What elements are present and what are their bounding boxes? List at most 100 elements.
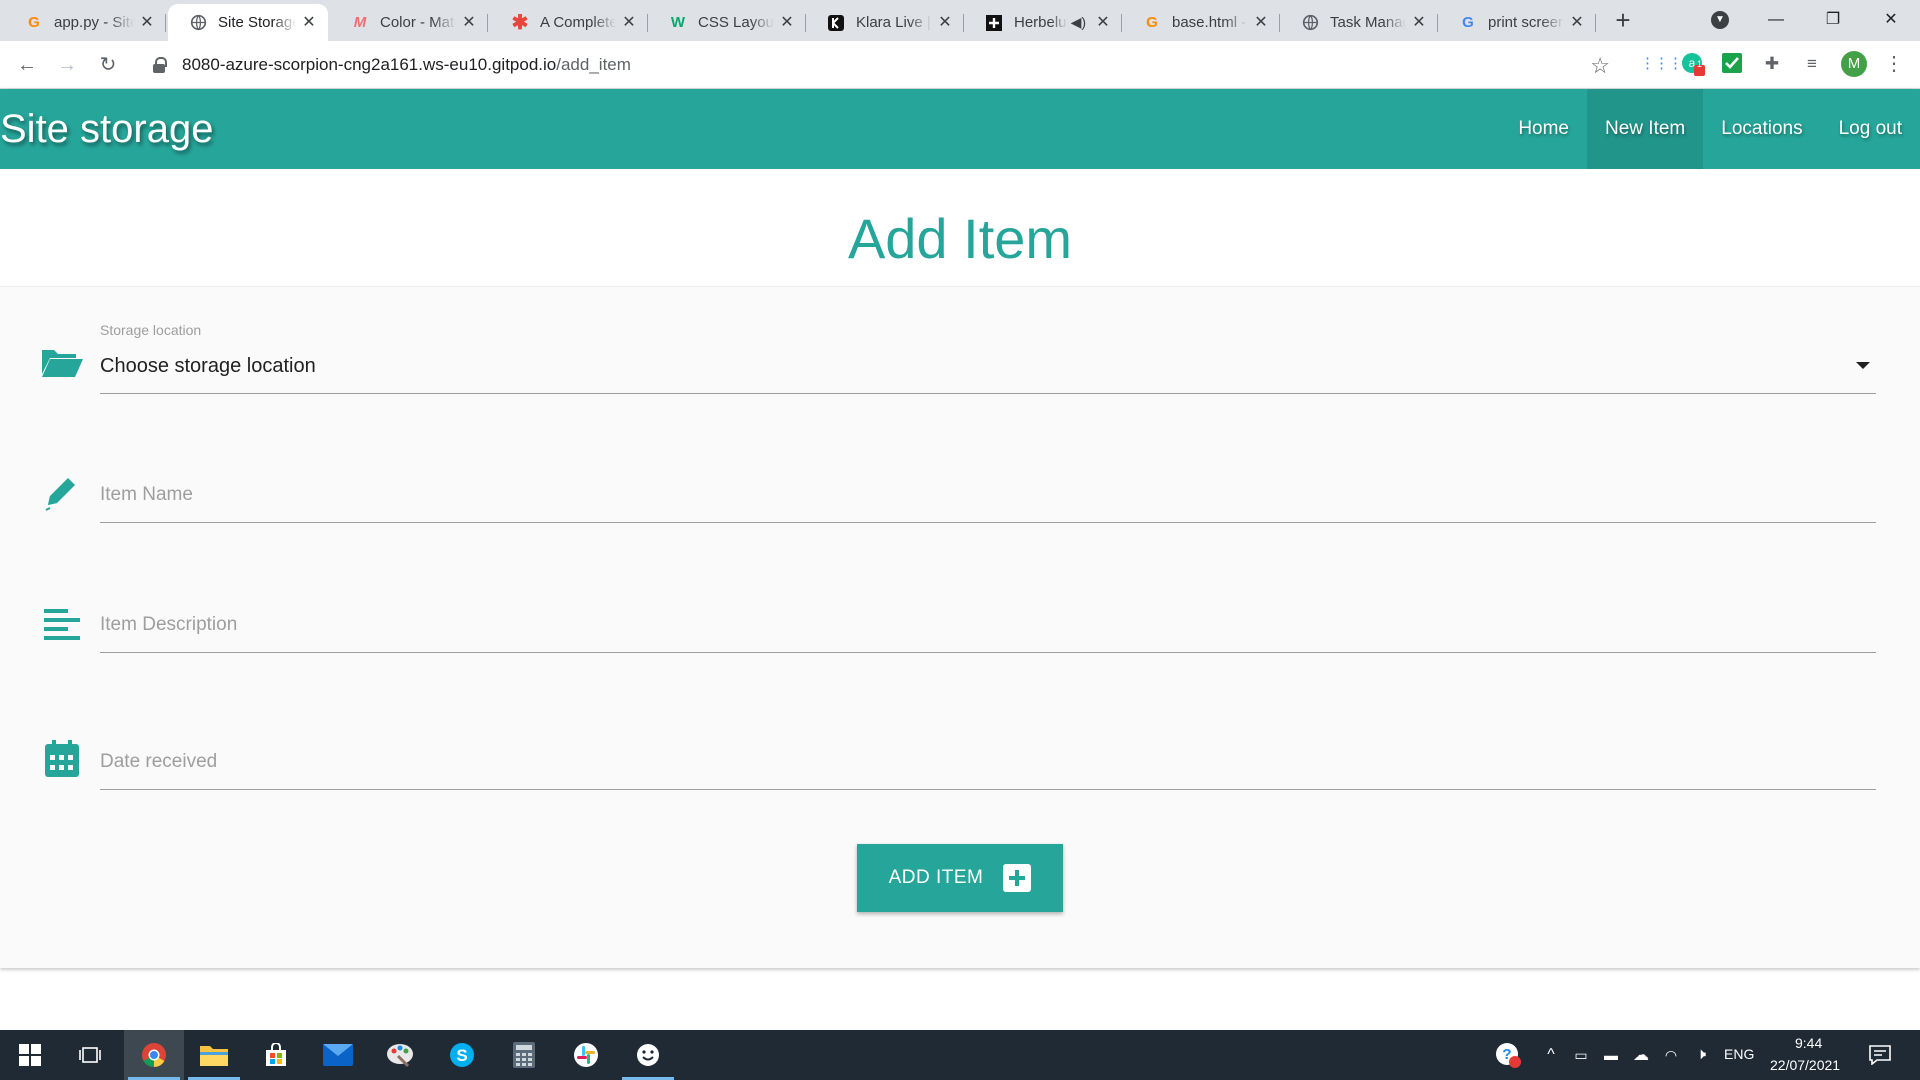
skype-icon[interactable]: S (432, 1030, 492, 1080)
browser-tab[interactable]: ✱ A Complete Guide ✕ (490, 4, 648, 41)
storage-location-select[interactable]: Storage location Choose storage location (42, 322, 1876, 394)
gitpod-icon: G (1146, 14, 1158, 31)
wifi-icon[interactable]: ◠ (1656, 1030, 1686, 1080)
language-indicator[interactable]: ENG (1724, 1046, 1754, 1062)
main-nav: Home New Item Locations Log out (1500, 89, 1920, 169)
close-icon[interactable]: ✕ (138, 14, 156, 32)
help-notification-icon[interactable]: ? (1488, 1030, 1528, 1080)
action-center-icon[interactable] (1855, 1030, 1905, 1080)
gitpod-icon: G (28, 14, 40, 31)
item-description-input[interactable]: Item Description (100, 614, 237, 636)
extensions-puzzle-icon[interactable]: ✚ (1760, 52, 1784, 76)
item-description-field[interactable]: Item Description (44, 600, 1876, 654)
clock-time[interactable]: 9:44 (1795, 1035, 1822, 1051)
page-title: Add Item (847, 207, 1073, 270)
reload-icon[interactable]: ↻ (96, 53, 120, 77)
close-icon[interactable]: ✕ (1568, 14, 1586, 32)
file-explorer-icon[interactable] (184, 1030, 244, 1080)
google-icon: G (1462, 14, 1474, 31)
browser-tab[interactable]: G print screen ✕ (1438, 4, 1596, 41)
nav-new-item-link[interactable]: New Item (1587, 89, 1704, 169)
browser-toolbar: ← → ↻ 8080-azure-scorpion-cng2a161.ws-eu… (0, 41, 1920, 89)
browser-menu-icon[interactable]: ⋮ (1882, 52, 1906, 76)
folder-open-icon (40, 342, 84, 382)
feedback-smiley-icon[interactable] (618, 1030, 678, 1080)
add-item-button-label: ADD ITEM (888, 867, 984, 888)
close-icon[interactable]: ✕ (460, 14, 478, 32)
close-icon[interactable]: ✕ (778, 14, 796, 32)
add-item-button[interactable]: ADD ITEM (857, 844, 1063, 912)
close-icon[interactable]: ✕ (620, 14, 638, 32)
page-title-section: Add Item (0, 169, 1920, 287)
globe-icon (1300, 13, 1320, 33)
restore-button[interactable]: ❐ (1810, 6, 1856, 34)
plus-box-icon (1003, 864, 1032, 892)
item-name-field[interactable]: Item Name (45, 470, 1876, 524)
minimize-button[interactable]: — (1753, 6, 1799, 34)
forward-arrow-icon[interactable]: → (55, 53, 79, 77)
close-icon[interactable]: ✕ (1094, 14, 1112, 32)
grammarly-icon[interactable]: a 1 (1681, 52, 1705, 76)
clock-date[interactable]: 22/07/2021 (1770, 1057, 1840, 1073)
windows-start-icon[interactable] (0, 1030, 60, 1080)
text-align-left-icon (40, 604, 84, 644)
materialize-icon: M (353, 14, 367, 31)
browser-tab[interactable]: Klara Live | Klara ✕ (806, 4, 964, 41)
extension-badge: 1 (1696, 59, 1702, 69)
checkmark-extension-icon[interactable] (1720, 52, 1744, 76)
onedrive-cloud-icon[interactable]: ☁ (1626, 1030, 1656, 1080)
browser-tab[interactable]: W CSS Layout ✕ (648, 4, 806, 41)
close-icon[interactable]: ✕ (1252, 14, 1270, 32)
browser-tab[interactable]: Herbeluxe ◀) ✕ (964, 4, 1122, 41)
browser-tab-strip: G app.py - Site Storage ✕ Site Storage ✕… (0, 0, 1920, 41)
browser-tab[interactable]: M Color - Materialize ✕ (330, 4, 488, 41)
calculator-icon[interactable] (494, 1030, 554, 1080)
close-icon[interactable]: ✕ (1410, 14, 1428, 32)
back-arrow-icon[interactable]: ← (15, 53, 39, 77)
bookmark-star-icon[interactable]: ☆ (1590, 53, 1610, 79)
item-name-input[interactable]: Item Name (100, 484, 193, 506)
url-path: /add_item (556, 55, 631, 74)
close-icon[interactable]: ✕ (300, 14, 318, 32)
nav-home-link[interactable]: Home (1500, 89, 1587, 169)
task-view-icon[interactable] (60, 1030, 120, 1080)
nav-logout-link[interactable]: Log out (1821, 89, 1920, 169)
globe-icon (188, 13, 208, 33)
tab-search-icon[interactable]: ▼ (1711, 11, 1729, 29)
paint-icon[interactable] (370, 1030, 430, 1080)
profile-avatar[interactable]: M (1841, 51, 1867, 77)
browser-tab[interactable]: G app.py - Site Storage ✕ (4, 4, 166, 41)
audio-muted-icon[interactable]: ◀) (1071, 14, 1086, 31)
date-received-field[interactable]: Date received (45, 737, 1876, 791)
windows-taskbar: S ? ^ ▭ ▬ ☁ ◠ 🕨 ENG 9:44 22/07/2021 (0, 1030, 1920, 1080)
address-bar[interactable]: 8080-azure-scorpion-cng2a161.ws-eu10.git… (138, 47, 1624, 83)
svg-text:S: S (456, 1046, 467, 1065)
klara-icon (826, 13, 846, 33)
nav-locations-link[interactable]: Locations (1703, 89, 1820, 169)
storage-location-label: Storage location (100, 322, 202, 338)
mail-icon[interactable] (308, 1030, 368, 1080)
battery-icon[interactable]: ▬ (1596, 1030, 1626, 1080)
browser-tab-active[interactable]: Site Storage ✕ (168, 4, 328, 41)
close-icon[interactable]: ✕ (936, 14, 954, 32)
browser-tab[interactable]: G base.html - Site ✕ (1122, 4, 1280, 41)
storage-location-value[interactable]: Choose storage location (100, 355, 316, 378)
new-tab-button[interactable]: + (1610, 7, 1636, 34)
chevron-down-icon[interactable] (1856, 362, 1870, 369)
chevron-up-icon[interactable]: ^ (1536, 1030, 1566, 1080)
date-received-input[interactable]: Date received (100, 751, 217, 773)
site-brand-logo[interactable]: Site storage (0, 105, 213, 153)
volume-icon[interactable]: 🕨 (1686, 1030, 1716, 1080)
calendar-icon (40, 739, 84, 779)
browser-tab[interactable]: Task Manager ✕ (1280, 4, 1438, 41)
lock-icon[interactable] (152, 57, 167, 73)
window-close-button[interactable]: ✕ (1868, 6, 1914, 34)
media-queue-icon[interactable]: ≡ (1800, 52, 1824, 76)
apps-grid-icon[interactable]: ⋮⋮⋮ (1640, 52, 1683, 76)
pencil-icon (40, 474, 84, 514)
meet-now-icon[interactable]: ▭ (1566, 1030, 1596, 1080)
slack-icon[interactable] (556, 1030, 616, 1080)
chrome-taskbar-icon[interactable] (124, 1030, 184, 1080)
asterisk-icon: ✱ (511, 12, 529, 34)
microsoft-store-icon[interactable] (246, 1030, 306, 1080)
